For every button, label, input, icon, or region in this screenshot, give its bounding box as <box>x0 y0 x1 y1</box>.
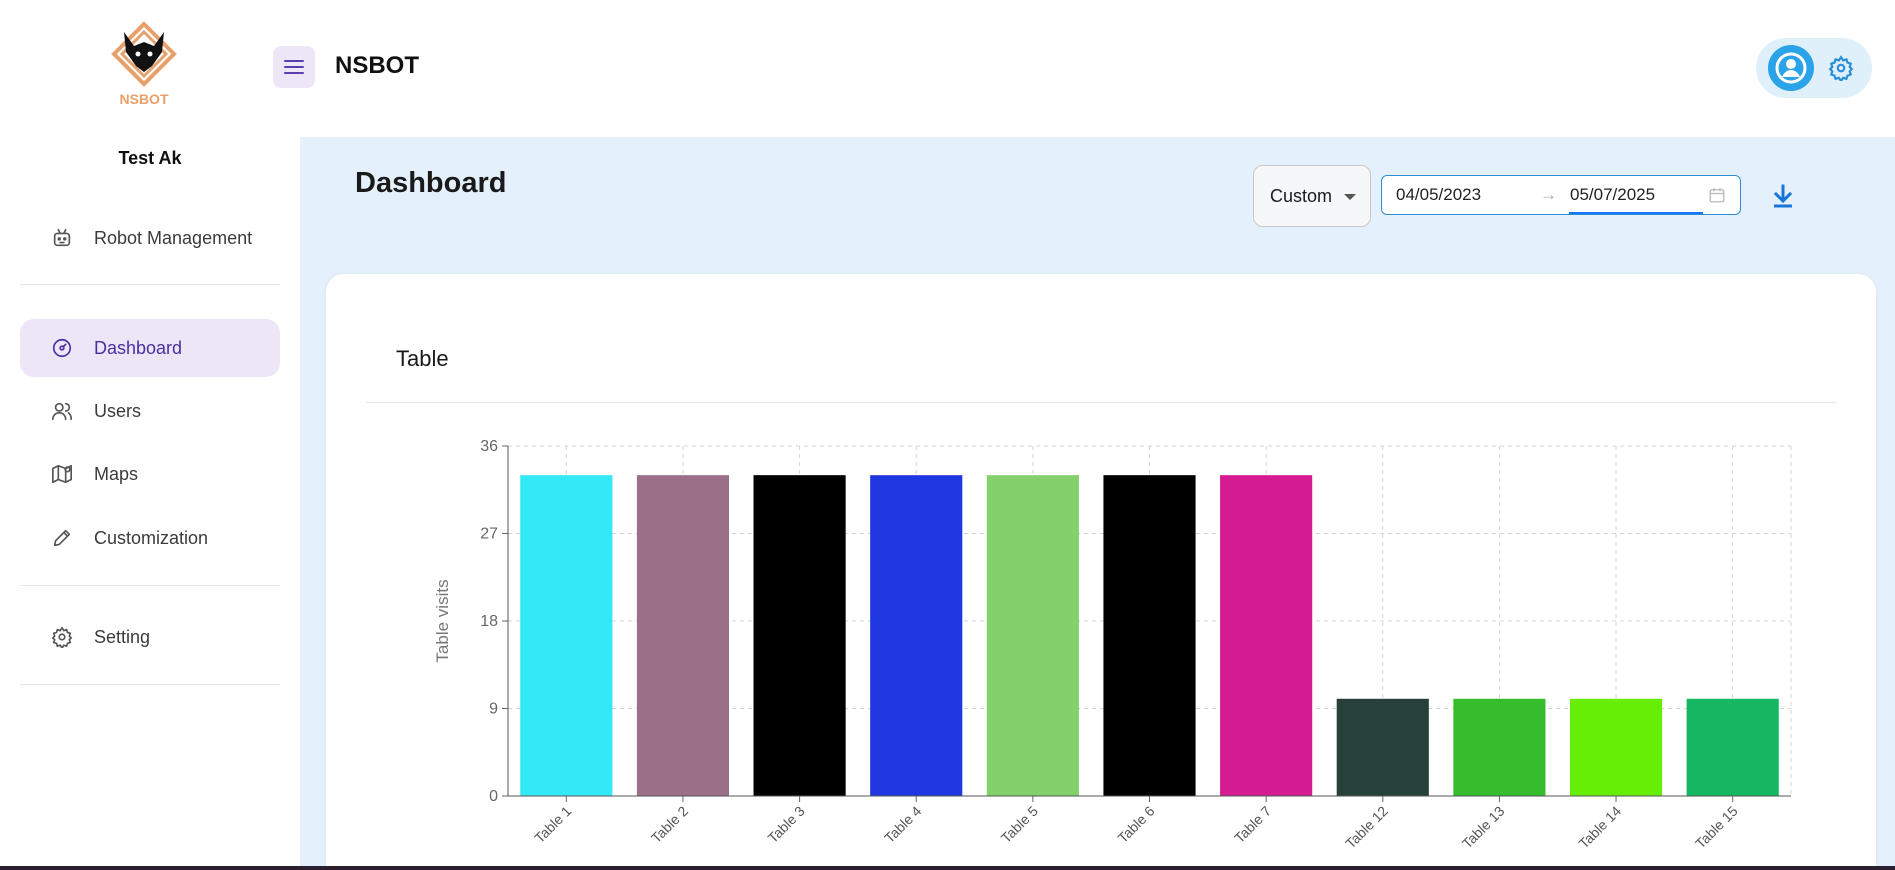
x-tick-label: Table 6 <box>1114 803 1157 846</box>
y-tick-label: 18 <box>480 613 498 630</box>
x-tick-label: Table 14 <box>1575 803 1624 852</box>
date-range-picker[interactable]: 04/05/2023 → 05/07/2025 <box>1381 175 1741 215</box>
main-content: Dashboard Custom 04/05/2023 → 05/07/2025… <box>300 137 1895 870</box>
sidebar-divider <box>20 585 280 586</box>
bar-table-12 <box>1336 698 1429 796</box>
gear-icon <box>50 625 74 649</box>
sidebar-item-maps[interactable]: Maps <box>20 445 280 503</box>
dashboard-icon <box>50 336 74 360</box>
download-icon <box>1773 184 1793 208</box>
sidebar-item-setting[interactable]: Setting <box>20 608 280 666</box>
caret-down-icon <box>1344 194 1356 200</box>
x-tick-label: Table 1 <box>531 803 574 846</box>
hamburger-icon <box>284 60 304 74</box>
sidebar-item-dashboard[interactable]: Dashboard <box>20 319 280 377</box>
bar-table-2 <box>636 475 730 796</box>
sidebar-item-label: Customization <box>94 527 209 548</box>
sidebar-item-users[interactable]: Users <box>20 382 280 440</box>
bar-table-4 <box>870 475 963 796</box>
pencil-icon <box>50 526 74 550</box>
y-tick-label: 0 <box>489 788 498 805</box>
sidebar: NSBOT Test Ak Robot Management Dashboard… <box>0 0 300 866</box>
calendar-icon[interactable] <box>1708 186 1726 204</box>
sidebar-item-customization[interactable]: Customization <box>20 509 280 567</box>
table-visits-card: Table 0 9 18 27 36 Table 1 Table 2 Table 3 Table… <box>326 274 1876 870</box>
x-tick-label: Table 7 <box>1231 803 1274 846</box>
bar-table-6 <box>1103 475 1196 796</box>
app-title: NSBOT <box>335 52 419 79</box>
x-tick-label: Table 13 <box>1459 803 1508 852</box>
y-tick-label: 9 <box>489 701 498 718</box>
page-title: Dashboard <box>355 167 507 199</box>
sidebar-item-label: Dashboard <box>94 337 183 358</box>
bar-table-14 <box>1569 698 1663 796</box>
taskbar-edge <box>0 866 1895 870</box>
bar-table-13 <box>1453 698 1546 796</box>
bar-table-15 <box>1686 698 1779 796</box>
sidebar-item-label: Robot Management <box>94 227 253 248</box>
bar-table-1 <box>520 475 613 796</box>
users-icon <box>50 399 74 423</box>
x-tick-label: Table 3 <box>764 803 807 846</box>
x-tick-label: Table 5 <box>998 803 1041 846</box>
table-visits-chart: 0 9 18 27 36 Table 1 Table 2 Table 3 Table 4 Tabl… <box>433 438 1792 852</box>
nsbot-logo: NSBOT <box>108 18 180 110</box>
gear-icon <box>1828 55 1854 81</box>
x-tick-label: Table 4 <box>881 803 924 846</box>
bar-table-7 <box>1220 475 1313 796</box>
x-tick-label: Table 12 <box>1342 803 1391 852</box>
sidebar-divider <box>20 684 280 685</box>
user-avatar-icon <box>1775 52 1807 84</box>
robot-icon <box>50 226 74 250</box>
y-tick-label: 36 <box>480 438 498 455</box>
sidebar-divider <box>20 284 280 285</box>
settings-button[interactable] <box>1826 53 1856 83</box>
menu-toggle-button[interactable] <box>273 46 315 88</box>
x-tick-label: Table 15 <box>1692 803 1741 852</box>
sidebar-item-label: Maps <box>94 463 139 484</box>
start-date-input[interactable]: 04/05/2023 <box>1396 185 1481 205</box>
app-root: NSBOT Test Ak Robot Management Dashboard… <box>0 0 1895 870</box>
header-actions <box>1756 38 1872 98</box>
date-range-preset-select[interactable]: Custom <box>1253 165 1371 227</box>
y-tick-label: 27 <box>480 526 498 543</box>
profile-button[interactable] <box>1768 45 1814 91</box>
map-icon <box>50 462 74 486</box>
select-value: Custom <box>1270 185 1333 206</box>
y-axis-label: Table visits <box>433 579 452 662</box>
bar-table-5 <box>986 475 1079 796</box>
user-name: Test Ak <box>118 148 182 168</box>
download-button[interactable] <box>1770 183 1796 209</box>
sidebar-item-robot-management[interactable]: Robot Management <box>20 209 280 267</box>
end-date-input[interactable]: 05/07/2025 <box>1570 185 1655 205</box>
bar-table-3 <box>753 475 846 796</box>
sidebar-item-label: Setting <box>94 626 151 647</box>
active-input-indicator <box>1569 212 1703 214</box>
sidebar-item-label: Users <box>94 400 142 421</box>
x-tick-label: Table 2 <box>648 803 691 846</box>
svg-text:NSBOT: NSBOT <box>120 91 169 107</box>
arrow-right-icon: → <box>1540 185 1557 204</box>
